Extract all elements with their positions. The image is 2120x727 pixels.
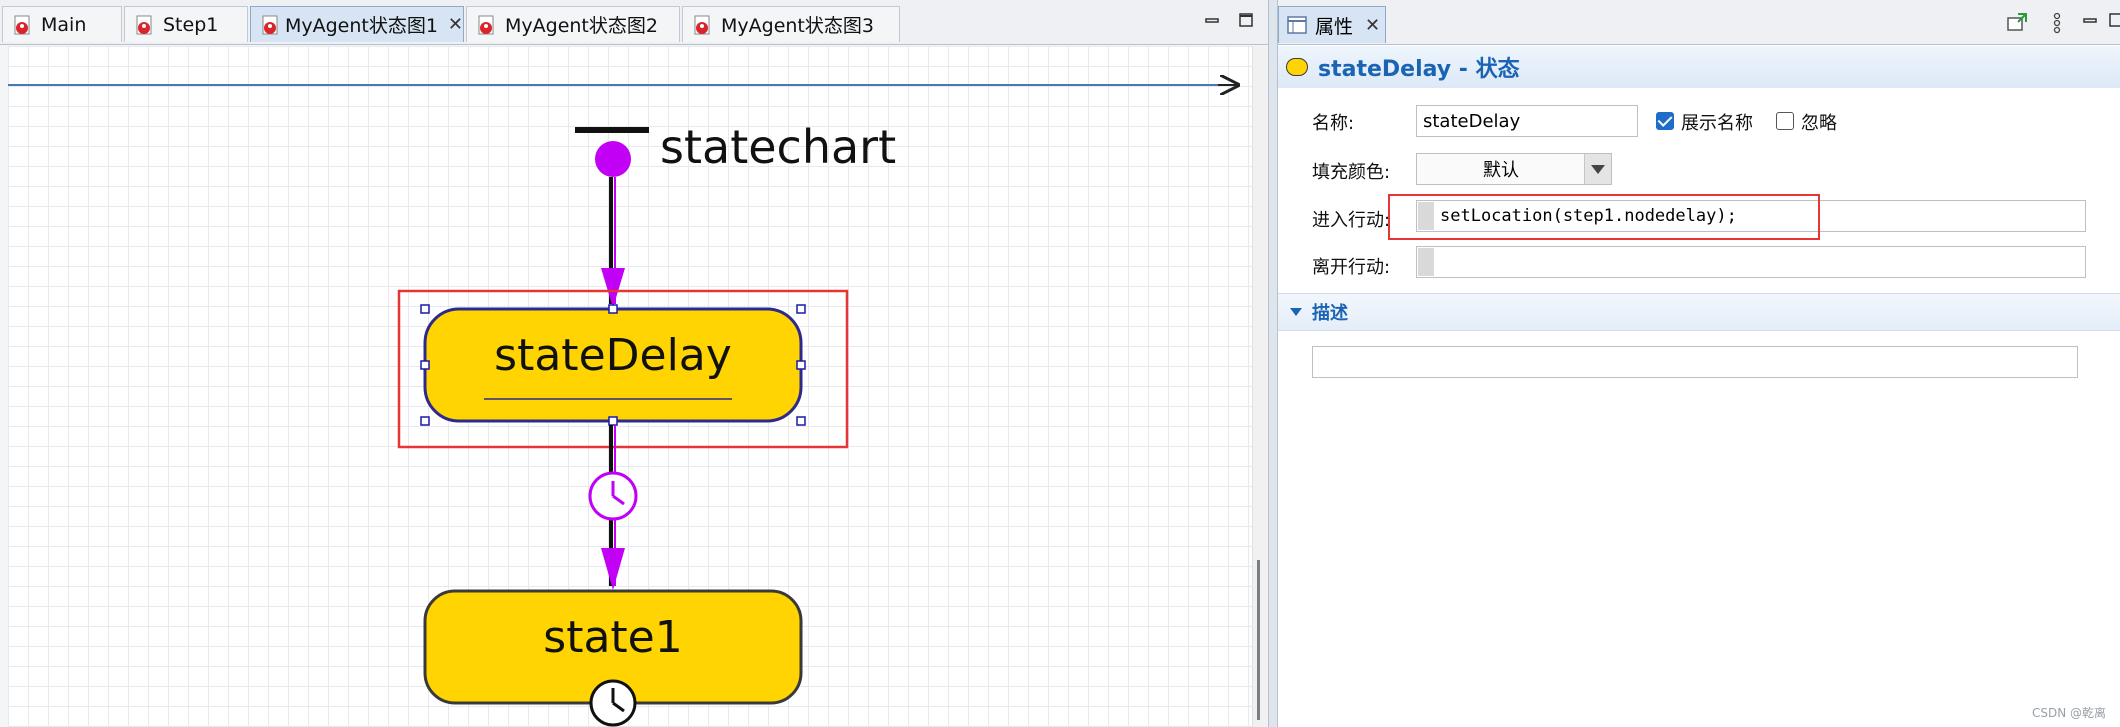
tab-step1[interactable]: Step1 [124,6,248,42]
agent-file-icon [693,14,713,36]
tab-properties[interactable]: 属性 ✕ [1278,6,1386,43]
minimize-icon[interactable] [2082,12,2098,28]
ignore-checkbox[interactable] [1776,112,1794,130]
name-input[interactable]: stateDelay [1416,105,1638,137]
agent-file-icon [261,14,278,36]
show-name-checkbox[interactable] [1656,112,1674,130]
tab-label: MyAgent状态图2 [505,15,658,37]
properties-tab-bar: 属性 ✕ [1278,0,2120,45]
pin-view-icon[interactable] [2006,12,2028,32]
maximize-icon[interactable] [2108,12,2120,28]
fill-color-value: 默认 [1483,160,1519,181]
minimize-icon[interactable] [1204,12,1220,28]
description-input[interactable] [1312,346,2078,378]
highlight-box [1388,194,1820,240]
view-menu-icon[interactable] [2052,12,2062,34]
state-1-label: state1 [543,612,683,663]
tab-myagent-statechart-2[interactable]: MyAgent状态图2 [466,6,680,42]
statechart-canvas[interactable]: statechart stateDelay state1 [8,46,1252,727]
watermark: CSDN @乾离 [2031,706,2106,720]
fill-color-label: 填充颜色: [1312,162,1391,183]
pane-splitter[interactable] [1268,0,1278,727]
properties-pane: 属性 ✕ stateDelay - 状态 名称: stateDelay 展示名称… [1278,0,2120,727]
code-gutter [1418,248,1434,276]
statechart-entry-point[interactable] [575,127,649,177]
entry-action-label: 进入行动: [1312,210,1391,231]
properties-header: stateDelay - 状态 [1278,46,2120,88]
properties-icon [1287,16,1307,34]
state-delay-label: stateDelay [494,330,732,381]
tab-myagent-statechart-3[interactable]: MyAgent状态图3 [682,6,900,42]
timeout-clock-icon[interactable] [588,471,638,521]
scrollbar-thumb[interactable] [1257,560,1260,720]
exit-action-editor[interactable] [1416,246,2086,278]
agent-file-icon [13,14,33,36]
tab-label: MyAgent状态图3 [721,15,874,37]
close-icon[interactable]: ✕ [448,14,463,35]
ignore-label: 忽略 [1801,113,1837,134]
properties-title: stateDelay - 状态 [1318,57,1520,82]
exit-action-label: 离开行动: [1312,257,1391,278]
fill-color-dropdown[interactable]: 默认 [1416,153,1612,185]
collapse-triangle-icon [1290,308,1302,316]
show-name-label: 展示名称 [1681,113,1753,134]
close-icon[interactable]: ✕ [1365,15,1380,36]
tab-label: Step1 [163,13,219,36]
agent-file-icon [135,14,155,36]
name-value: stateDelay [1423,110,1521,132]
description-section-header[interactable]: 描述 [1278,293,2120,331]
entry-transition[interactable] [601,177,625,308]
description-section-title: 描述 [1312,303,1348,324]
dropdown-arrow-icon [1584,154,1611,184]
tab-label: MyAgent状态图1 [284,15,438,37]
name-label: 名称: [1312,113,1355,134]
editor-pane: Main Step1 MyAgent状态图1 ✕ MyAgent状态图2 MyA… [0,0,1268,727]
editor-tab-bar: Main Step1 MyAgent状态图1 ✕ MyAgent状态图2 MyA… [0,0,1268,45]
tab-myagent-statechart-1[interactable]: MyAgent状态图1 ✕ [250,6,464,42]
clock-icon [589,679,637,727]
tab-main[interactable]: Main [2,6,122,42]
tab-label: Main [41,13,87,36]
state-icon [1286,58,1308,76]
statechart-label: statechart [660,120,897,174]
agent-file-icon [477,14,497,36]
maximize-icon[interactable] [1238,12,1254,28]
tab-label: 属性 [1315,15,1354,38]
